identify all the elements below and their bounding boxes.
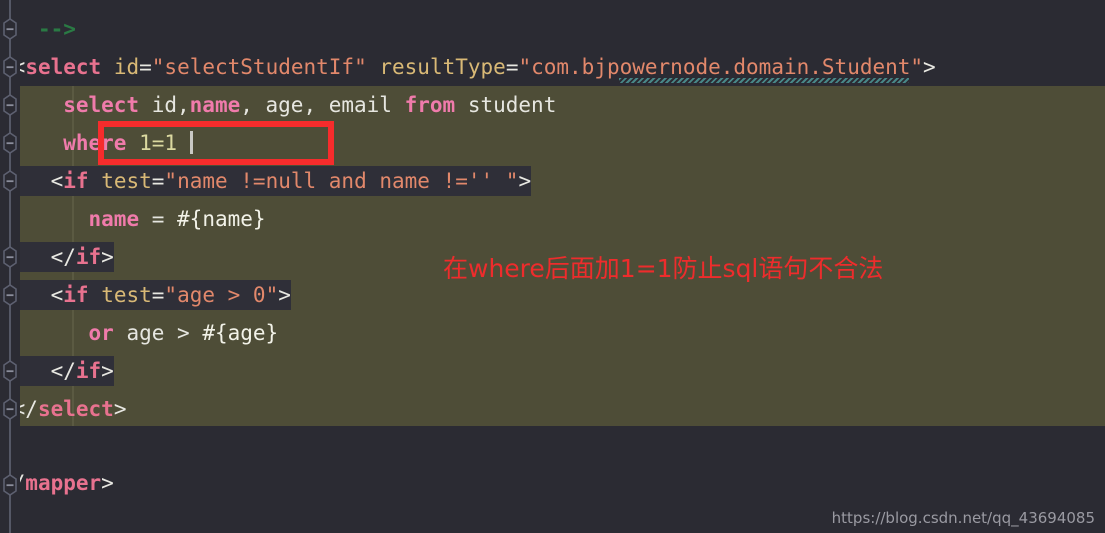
- annotation-red-rectangle: [98, 121, 334, 165]
- line-sql-select-token-5: from: [404, 93, 456, 117]
- line-select-open-token-4: id: [113, 55, 140, 79]
- line-select-open-token-8: resultType: [379, 55, 506, 79]
- line-select-open-token-7: [367, 55, 380, 79]
- fold-collapse-icon[interactable]: [1, 132, 19, 154]
- line-age-param-token-2: age >: [113, 321, 203, 345]
- line-select-open-token-10: "com.bjpowernode.domain.Student": [518, 55, 924, 79]
- line-select-open-token-3: [101, 55, 114, 79]
- line-comment-close-token-1: -->: [37, 17, 76, 41]
- fold-collapse-icon[interactable]: [1, 56, 19, 78]
- line-select-open-token-2: select: [25, 55, 102, 79]
- fold-collapse-icon[interactable]: [1, 246, 19, 268]
- line-name-param-token-3: #{name}: [177, 207, 266, 231]
- line-if-age-open-token-5: =: [151, 283, 165, 307]
- fold-collapse-icon[interactable]: [1, 170, 19, 192]
- line-name-param-token-1: name: [88, 207, 140, 231]
- line-name-param-token-2: =: [139, 207, 178, 231]
- line-age-param-token-3: #{age}: [202, 321, 279, 345]
- line-if-age-open-token-7: >: [278, 283, 291, 307]
- line-age-param-token-1: or: [88, 321, 114, 345]
- line-select-close-token-2: select: [37, 397, 114, 421]
- line-mapper-close-token-1: mapper: [25, 471, 102, 495]
- line-if-name-open-token-2: if: [63, 169, 89, 193]
- fold-collapse-icon[interactable]: [1, 18, 19, 40]
- line-if-age-close-token-3: >: [101, 359, 114, 383]
- line-if-age-close-token-2: if: [75, 359, 102, 383]
- line-select-close-token-3: >: [113, 397, 127, 421]
- line-select-open-content: <select id="selectStudentIf" resultType=…: [0, 55, 936, 79]
- line-if-name-open[interactable]: <if test="name !=null and name !='' ">: [0, 162, 532, 200]
- line-sql-select-token-2: id,: [139, 93, 190, 117]
- line-if-name-open-content: <if test="name !=null and name !='' ">: [0, 166, 532, 196]
- line-if-age-open-token-2: if: [63, 283, 89, 307]
- line-select-open-token-9: =: [505, 55, 519, 79]
- line-if-age-open-token-3: [89, 283, 102, 307]
- line-sql-select-token-1: select: [63, 93, 140, 117]
- line-sql-select-token-6: student: [455, 93, 557, 117]
- line-if-name-open-token-5: =: [151, 169, 165, 193]
- line-if-name-open-token-1: <: [50, 169, 64, 193]
- line-name-param-content: name = #{name}: [0, 207, 266, 231]
- line-if-age-open[interactable]: <if test="age > 0">: [0, 276, 291, 314]
- annotation-note-text: 在where后面加1=1防止sql语句不合法: [443, 254, 884, 283]
- line-sql-select-token-4: , age, email: [240, 93, 405, 117]
- line-if-age-open-token-4: test: [101, 283, 152, 307]
- line-if-name-open-token-6: "name !=null and name !='' ": [164, 169, 519, 193]
- line-if-age-open-token-1: <: [50, 283, 64, 307]
- fold-collapse-icon[interactable]: [1, 284, 19, 306]
- line-if-name-close-token-1: </: [50, 245, 76, 269]
- line-age-param[interactable]: or age > #{age}: [0, 314, 279, 352]
- line-sql-select-content: select id,name, age, email from student: [0, 93, 556, 117]
- line-if-name-open-token-7: >: [518, 169, 532, 193]
- code-editor-screenshot: --> <select id="selectStudentIf" resultT…: [0, 0, 1105, 533]
- line-age-param-content: or age > #{age}: [0, 321, 279, 345]
- line-sql-select[interactable]: select id,name, age, email from student: [0, 86, 556, 124]
- line-name-param[interactable]: name = #{name}: [0, 200, 266, 238]
- line-select-open-token-11: >: [923, 55, 936, 79]
- line-if-age-close-token-1: </: [50, 359, 76, 383]
- code-folding-gutter[interactable]: [0, 0, 20, 533]
- line-if-name-close-token-2: if: [75, 245, 102, 269]
- fold-collapse-icon[interactable]: [1, 360, 19, 382]
- line-if-name-open-token-4: test: [101, 169, 152, 193]
- line-mapper-close-token-2: >: [101, 471, 114, 495]
- line-sql-select-token-3: name: [189, 93, 241, 117]
- line-if-age-open-token-6: "age > 0": [164, 283, 279, 307]
- fold-collapse-icon[interactable]: [1, 474, 19, 496]
- line-if-age-open-content: <if test="age > 0">: [0, 280, 291, 310]
- line-select-open-token-6: "selectStudentIf": [151, 55, 367, 79]
- watermark-url: https://blog.csdn.net/qq_43694085: [831, 509, 1095, 527]
- inspection-squiggle-underline: [619, 78, 909, 83]
- line-if-name-close-token-3: >: [101, 245, 114, 269]
- fold-collapse-icon[interactable]: [1, 94, 19, 116]
- fold-collapse-icon[interactable]: [1, 398, 19, 420]
- line-if-name-open-token-3: [89, 169, 102, 193]
- line-select-open-token-5: =: [139, 55, 152, 79]
